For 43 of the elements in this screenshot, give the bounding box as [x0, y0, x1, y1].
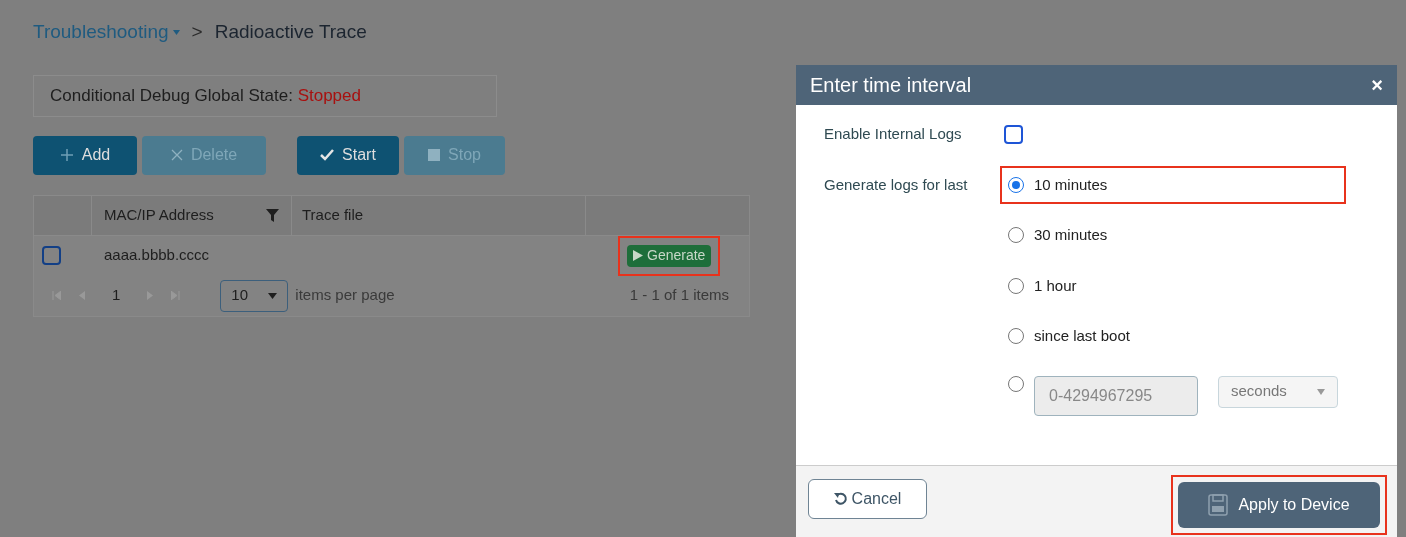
unit-select[interactable]: seconds [1218, 375, 1338, 408]
option-label: 10 minutes [1034, 174, 1108, 195]
checkbox[interactable] [42, 246, 61, 265]
field-label: Enable Internal Logs [824, 124, 963, 144]
filter-icon[interactable] [266, 208, 279, 222]
caret-icon [1317, 388, 1325, 395]
radio-button[interactable] [1008, 176, 1024, 193]
check-icon [320, 149, 335, 161]
save-icon [1208, 494, 1229, 516]
radio-button[interactable] [1008, 227, 1024, 244]
radio-button[interactable] [1008, 375, 1024, 392]
generate-button[interactable]: Generate [627, 244, 712, 267]
close-button[interactable]: × [1371, 75, 1383, 95]
page-title: Radioactive Trace [214, 20, 367, 44]
option-label: since last boot [1034, 326, 1130, 346]
caret-icon [268, 292, 278, 299]
option-label: 30 minutes [1034, 225, 1108, 245]
apply-button[interactable]: Apply to Device [1178, 482, 1380, 528]
play-icon [633, 250, 643, 261]
column-header: MAC/IP Address [104, 204, 214, 225]
page-size-label: items per page [295, 285, 395, 306]
caret-icon [172, 29, 180, 35]
cancel-button[interactable]: Cancel [808, 479, 927, 519]
field-label: Generate logs for last [824, 174, 969, 195]
radio-button[interactable] [1008, 328, 1024, 345]
start-button[interactable]: Start [297, 135, 399, 175]
column-header: Trace file [302, 204, 364, 225]
undo-icon [833, 492, 848, 506]
dialog-title: Enter time interval [810, 73, 972, 98]
duration-field[interactable]: 0-4294967295 [1034, 375, 1198, 416]
breadcrumb-separator: > [191, 20, 203, 44]
page-number[interactable]: 1 [112, 284, 121, 307]
checkbox[interactable] [1004, 124, 1023, 144]
square-icon [428, 149, 441, 161]
pager-summary: 1 - 1 of 1 items [629, 285, 729, 306]
plus-icon [59, 148, 74, 162]
status-text: Conditional Debug Global State: Stopped [50, 84, 361, 107]
add-button[interactable]: Add [33, 135, 137, 175]
radio-button[interactable] [1008, 277, 1024, 294]
page-size-select[interactable]: 10 [220, 279, 289, 312]
close-icon [170, 149, 183, 161]
option-label: 1 hour [1034, 275, 1077, 296]
table-cell-text: aaaa.bbbb.cccc [103, 245, 211, 266]
